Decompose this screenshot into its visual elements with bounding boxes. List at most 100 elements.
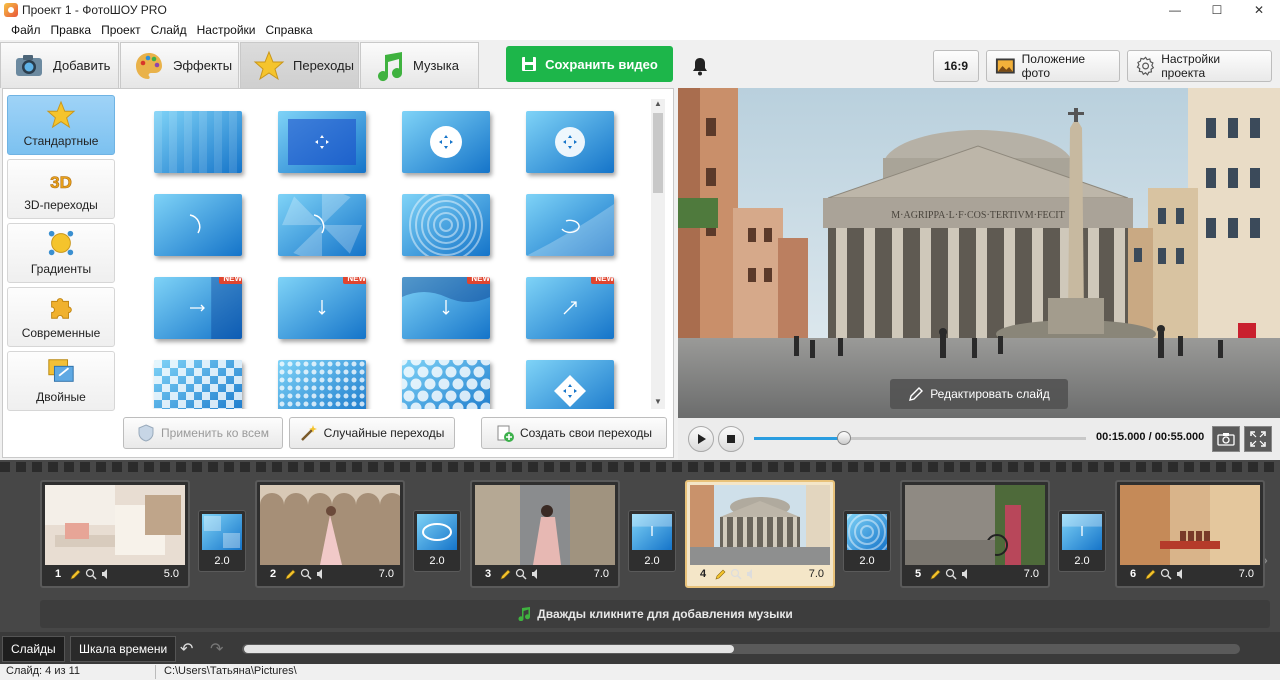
zoom-icon[interactable] — [515, 568, 527, 580]
transition-thumbnail[interactable]: NEW — [526, 277, 614, 339]
transition-slot[interactable]: 2.0 — [843, 510, 891, 572]
menu-settings[interactable]: Настройки — [192, 23, 261, 37]
tab-effects[interactable]: Эффекты — [120, 42, 239, 88]
new-badge: NEW — [219, 277, 242, 284]
transition-thumbnail[interactable] — [402, 194, 490, 256]
zoom-icon[interactable] — [730, 568, 742, 580]
menu-edit[interactable]: Правка — [46, 23, 97, 37]
tab-music[interactable]: Музыка — [360, 42, 479, 88]
zoom-icon[interactable] — [85, 568, 97, 580]
fullscreen-button[interactable] — [1244, 426, 1272, 452]
slide-thumbnail[interactable]: 2 7.0 — [255, 480, 405, 588]
puzzle-icon — [51, 298, 72, 319]
transition-thumbnail[interactable]: NEW — [278, 277, 366, 339]
scroll-up-icon[interactable]: ▲ — [651, 99, 665, 111]
zoom-icon[interactable] — [1160, 568, 1172, 580]
apply-to-all-button[interactable]: Применить ко всем — [123, 417, 283, 449]
category-double[interactable]: Двойные — [7, 351, 115, 411]
transition-thumbnail[interactable] — [278, 360, 366, 409]
grid-scrollbar[interactable]: ▲ ▼ — [651, 99, 665, 409]
transition-duration: 2.0 — [214, 555, 230, 567]
music-note-icon — [518, 607, 531, 621]
pencil-icon — [909, 387, 924, 401]
project-settings-label: Настройки проекта — [1161, 52, 1221, 80]
transition-thumbnail[interactable] — [278, 111, 366, 173]
transition-thumbnail[interactable] — [154, 360, 242, 409]
edit-pencil-icon[interactable] — [1145, 568, 1157, 580]
progress-knob[interactable] — [836, 431, 851, 445]
transition-slot[interactable]: 2.0 — [628, 510, 676, 572]
edit-pencil-icon[interactable] — [285, 568, 297, 580]
speaker-icon[interactable] — [745, 568, 757, 580]
aspect-ratio-button[interactable]: 16:9 — [933, 50, 979, 82]
grid-scroll-thumb[interactable] — [653, 113, 663, 193]
edit-pencil-icon[interactable] — [930, 568, 942, 580]
tab-timeline-view[interactable]: Шкала времени — [70, 636, 177, 662]
category-standard[interactable]: Стандартные — [7, 95, 115, 155]
undo-icon[interactable]: ↶ — [180, 639, 200, 658]
transition-slot[interactable]: 2.0 — [1058, 510, 1106, 572]
close-button[interactable]: ✕ — [1238, 0, 1280, 20]
random-transitions-button[interactable]: Случайные переходы — [289, 417, 455, 449]
transition-thumbnail[interactable] — [402, 360, 490, 409]
category-gradients[interactable]: Градиенты — [7, 223, 115, 283]
transition-thumbnail[interactable] — [526, 360, 614, 409]
transition-thumbnail[interactable]: NEW — [402, 277, 490, 339]
redo-icon[interactable]: ↷ — [210, 639, 230, 658]
strip-scroll-thumb[interactable] — [244, 645, 734, 653]
transition-thumbnail[interactable] — [278, 194, 366, 256]
transition-thumbnail[interactable] — [526, 194, 614, 256]
menu-project[interactable]: Проект — [96, 23, 146, 37]
speaker-icon[interactable] — [1175, 568, 1187, 580]
category-3d[interactable]: 3D 3D-переходы — [7, 159, 115, 219]
transition-slot[interactable]: 2.0 — [198, 510, 246, 572]
create-transitions-button[interactable]: Создать свои переходы — [481, 417, 667, 449]
music-track-lane[interactable]: Дважды кликните для добавления музыки — [40, 600, 1270, 628]
speaker-icon[interactable] — [315, 568, 327, 580]
transition-thumbnail[interactable] — [154, 194, 242, 256]
scroll-down-icon[interactable]: ▼ — [651, 397, 665, 409]
category-modern[interactable]: Современные — [7, 287, 115, 347]
transition-preview-icon — [402, 194, 490, 256]
transition-thumbnail[interactable] — [154, 111, 242, 173]
transition-thumb-icon — [417, 514, 457, 550]
play-button[interactable] — [688, 426, 714, 452]
photo-position-button[interactable]: Положение фото — [986, 50, 1120, 82]
tab-slides-view[interactable]: Слайды — [2, 636, 65, 662]
menu-slide[interactable]: Слайд — [146, 23, 192, 37]
speaker-icon[interactable] — [960, 568, 972, 580]
slide-thumbnail[interactable]: 5 7.0 — [900, 480, 1050, 588]
slide-thumbnail[interactable]: 1 5.0 — [40, 480, 190, 588]
slide-number: 5 — [914, 568, 922, 580]
bell-icon[interactable] — [690, 56, 710, 76]
transition-thumbnail[interactable]: NEW — [154, 277, 242, 339]
maximize-button[interactable]: ☐ — [1196, 0, 1238, 20]
save-video-button[interactable]: Сохранить видео — [506, 46, 673, 82]
zoom-icon[interactable] — [300, 568, 312, 580]
speaker-icon[interactable] — [530, 568, 542, 580]
tab-transitions[interactable]: Переходы — [240, 42, 359, 88]
edit-slide-button[interactable]: Редактировать слайд — [890, 379, 1068, 409]
edit-pencil-icon[interactable] — [500, 568, 512, 580]
speaker-icon[interactable] — [100, 568, 112, 580]
project-settings-button[interactable]: Настройки проекта — [1127, 50, 1272, 82]
slide-toolbar: 2 7.0 — [260, 565, 400, 583]
slide-thumbnail[interactable]: 3 7.0 — [470, 480, 620, 588]
edit-pencil-icon[interactable] — [715, 568, 727, 580]
strip-scrollbar[interactable] — [242, 644, 1240, 654]
playback-progress[interactable] — [754, 431, 1086, 445]
tab-add[interactable]: Добавить — [0, 42, 119, 88]
edit-pencil-icon[interactable] — [70, 568, 82, 580]
transition-thumbnail[interactable] — [526, 111, 614, 173]
zoom-icon[interactable] — [945, 568, 957, 580]
transition-slot[interactable]: 2.0 — [413, 510, 461, 572]
transition-duration: 2.0 — [644, 555, 660, 567]
slide-thumbnail[interactable]: 4 7.0 — [685, 480, 835, 588]
slide-thumbnail[interactable]: 6 7.0 — [1115, 480, 1265, 588]
stop-button[interactable] — [718, 426, 744, 452]
snapshot-button[interactable] — [1212, 426, 1240, 452]
transition-thumbnail[interactable] — [402, 111, 490, 173]
minimize-button[interactable]: — — [1154, 0, 1196, 20]
menu-help[interactable]: Справка — [260, 23, 317, 37]
menu-file[interactable]: Файл — [6, 23, 46, 37]
